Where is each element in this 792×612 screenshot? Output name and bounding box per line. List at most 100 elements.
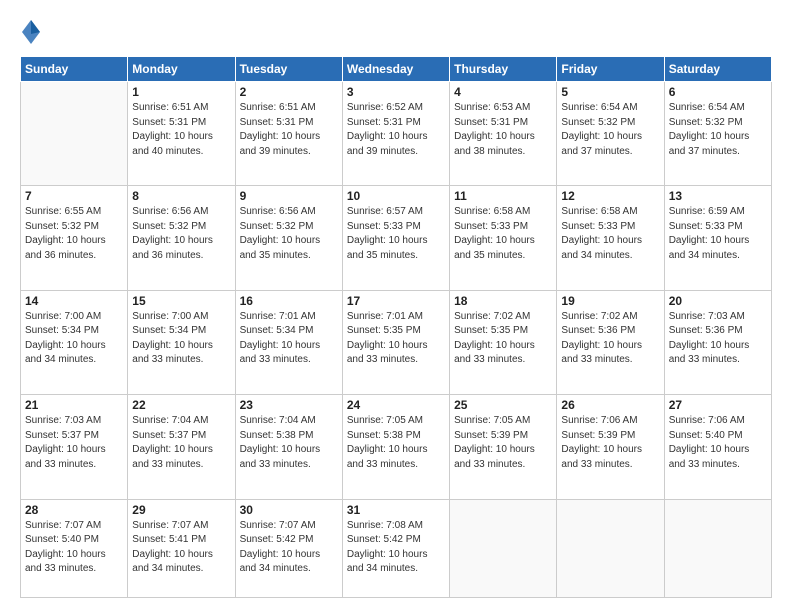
day-number: 23	[240, 398, 338, 412]
calendar-cell: 3 Sunrise: 6:52 AM Sunset: 5:31 PM Daylig…	[342, 82, 449, 186]
day-number: 27	[669, 398, 767, 412]
day-info: Sunrise: 6:51 AM Sunset: 5:31 PM Dayligh…	[240, 101, 338, 159]
day-info: Sunrise: 7:07 AM Sunset: 5:41 PM Dayligh…	[132, 519, 230, 577]
calendar-cell: 9Sunrise: 6:56 AM Sunset: 5:32 PM Daylig…	[235, 186, 342, 290]
day-number: 3	[347, 85, 445, 99]
day-number: 11	[454, 189, 552, 203]
weekday-header-sunday: Sunday	[21, 57, 128, 82]
day-info: Sunrise: 7:04 AM Sunset: 5:37 PM Dayligh…	[132, 414, 230, 472]
calendar-cell: 11 Sunrise: 6:58 AM Sunset: 5:33 PM Dayli…	[450, 186, 557, 290]
day-info: Sunrise: 7:08 AM Sunset: 5:42 PM Dayligh…	[347, 519, 445, 577]
day-info: Sunrise: 7:05 AM Sunset: 5:38 PM Dayligh…	[347, 414, 445, 472]
logo-icon	[20, 18, 42, 46]
day-info: Sunrise: 6:57 AM Sunset: 5:33 PM Dayligh…	[347, 205, 445, 263]
calendar-cell: 2 Sunrise: 6:51 AM Sunset: 5:31 PM Daylig…	[235, 82, 342, 186]
day-number: 2	[240, 85, 338, 99]
day-info: Sunrise: 7:04 AM Sunset: 5:38 PM Dayligh…	[240, 414, 338, 472]
day-number: 22	[132, 398, 230, 412]
day-info: Sunrise: 6:52 AM Sunset: 5:31 PM Dayligh…	[347, 101, 445, 159]
calendar-cell: 22 Sunrise: 7:04 AM Sunset: 5:37 PM Dayli…	[128, 395, 235, 499]
day-number: 7	[25, 189, 123, 203]
day-number: 1	[132, 85, 230, 99]
day-number: 4	[454, 85, 552, 99]
calendar-cell: 16 Sunrise: 7:01 AM Sunset: 5:34 PM Dayli…	[235, 290, 342, 394]
weekday-header-thursday: Thursday	[450, 57, 557, 82]
day-info: Sunrise: 7:02 AM Sunset: 5:35 PM Dayligh…	[454, 310, 552, 368]
day-info: Sunrise: 7:03 AM Sunset: 5:37 PM Dayligh…	[25, 414, 123, 472]
day-number: 17	[347, 294, 445, 308]
day-number: 10	[347, 189, 445, 203]
calendar-cell	[21, 82, 128, 186]
calendar-cell: 17 Sunrise: 7:01 AM Sunset: 5:35 PM Dayli…	[342, 290, 449, 394]
calendar-cell: 13 Sunrise: 6:59 AM Sunset: 5:33 PM Dayli…	[664, 186, 771, 290]
day-info: Sunrise: 7:00 AM Sunset: 5:34 PM Dayligh…	[132, 310, 230, 368]
day-info: Sunrise: 7:07 AM Sunset: 5:40 PM Dayligh…	[25, 519, 123, 577]
day-number: 16	[240, 294, 338, 308]
weekday-header-monday: Monday	[128, 57, 235, 82]
day-info: Sunrise: 6:54 AM Sunset: 5:32 PM Dayligh…	[669, 101, 767, 159]
calendar-cell: 19Sunrise: 7:02 AM Sunset: 5:36 PM Dayli…	[557, 290, 664, 394]
weekday-header-row: SundayMondayTuesdayWednesdayThursdayFrid…	[21, 57, 772, 82]
day-number: 31	[347, 503, 445, 517]
calendar-cell	[664, 499, 771, 597]
day-info: Sunrise: 6:54 AM Sunset: 5:32 PM Dayligh…	[561, 101, 659, 159]
week-row-5: 28Sunrise: 7:07 AM Sunset: 5:40 PM Dayli…	[21, 499, 772, 597]
day-info: Sunrise: 6:59 AM Sunset: 5:33 PM Dayligh…	[669, 205, 767, 263]
calendar-table: SundayMondayTuesdayWednesdayThursdayFrid…	[20, 56, 772, 598]
day-number: 24	[347, 398, 445, 412]
day-info: Sunrise: 7:06 AM Sunset: 5:40 PM Dayligh…	[669, 414, 767, 472]
day-number: 21	[25, 398, 123, 412]
day-info: Sunrise: 6:58 AM Sunset: 5:33 PM Dayligh…	[454, 205, 552, 263]
day-info: Sunrise: 7:05 AM Sunset: 5:39 PM Dayligh…	[454, 414, 552, 472]
day-info: Sunrise: 6:53 AM Sunset: 5:31 PM Dayligh…	[454, 101, 552, 159]
calendar-cell	[557, 499, 664, 597]
calendar-cell: 1 Sunrise: 6:51 AM Sunset: 5:31 PM Daylig…	[128, 82, 235, 186]
calendar-cell: 31 Sunrise: 7:08 AM Sunset: 5:42 PM Dayli…	[342, 499, 449, 597]
calendar-cell: 6 Sunrise: 6:54 AM Sunset: 5:32 PM Daylig…	[664, 82, 771, 186]
day-number: 6	[669, 85, 767, 99]
weekday-header-saturday: Saturday	[664, 57, 771, 82]
day-number: 9	[240, 189, 338, 203]
day-number: 15	[132, 294, 230, 308]
week-row-2: 7 Sunrise: 6:55 AM Sunset: 5:32 PM Daylig…	[21, 186, 772, 290]
day-info: Sunrise: 6:55 AM Sunset: 5:32 PM Dayligh…	[25, 205, 123, 263]
day-info: Sunrise: 7:06 AM Sunset: 5:39 PM Dayligh…	[561, 414, 659, 472]
calendar-cell: 7 Sunrise: 6:55 AM Sunset: 5:32 PM Daylig…	[21, 186, 128, 290]
calendar-cell	[450, 499, 557, 597]
day-number: 20	[669, 294, 767, 308]
day-info: Sunrise: 6:58 AM Sunset: 5:33 PM Dayligh…	[561, 205, 659, 263]
week-row-3: 14Sunrise: 7:00 AM Sunset: 5:34 PM Dayli…	[21, 290, 772, 394]
day-number: 19	[561, 294, 659, 308]
calendar-cell: 24 Sunrise: 7:05 AM Sunset: 5:38 PM Dayli…	[342, 395, 449, 499]
day-info: Sunrise: 7:01 AM Sunset: 5:34 PM Dayligh…	[240, 310, 338, 368]
calendar-cell: 5 Sunrise: 6:54 AM Sunset: 5:32 PM Daylig…	[557, 82, 664, 186]
calendar-cell: 25 Sunrise: 7:05 AM Sunset: 5:39 PM Dayli…	[450, 395, 557, 499]
day-info: Sunrise: 6:51 AM Sunset: 5:31 PM Dayligh…	[132, 101, 230, 159]
calendar-cell: 12 Sunrise: 6:58 AM Sunset: 5:33 PM Dayli…	[557, 186, 664, 290]
day-number: 5	[561, 85, 659, 99]
week-row-1: 1 Sunrise: 6:51 AM Sunset: 5:31 PM Daylig…	[21, 82, 772, 186]
day-number: 8	[132, 189, 230, 203]
day-number: 18	[454, 294, 552, 308]
logo	[20, 18, 46, 46]
weekday-header-friday: Friday	[557, 57, 664, 82]
calendar-cell: 26 Sunrise: 7:06 AM Sunset: 5:39 PM Dayli…	[557, 395, 664, 499]
calendar-cell: 14Sunrise: 7:00 AM Sunset: 5:34 PM Dayli…	[21, 290, 128, 394]
week-row-4: 21 Sunrise: 7:03 AM Sunset: 5:37 PM Dayli…	[21, 395, 772, 499]
day-info: Sunrise: 7:01 AM Sunset: 5:35 PM Dayligh…	[347, 310, 445, 368]
day-number: 30	[240, 503, 338, 517]
day-info: Sunrise: 6:56 AM Sunset: 5:32 PM Dayligh…	[132, 205, 230, 263]
header	[20, 18, 772, 46]
page: SundayMondayTuesdayWednesdayThursdayFrid…	[0, 0, 792, 612]
calendar-cell: 10 Sunrise: 6:57 AM Sunset: 5:33 PM Dayli…	[342, 186, 449, 290]
calendar-cell: 30Sunrise: 7:07 AM Sunset: 5:42 PM Dayli…	[235, 499, 342, 597]
calendar-cell: 20Sunrise: 7:03 AM Sunset: 5:36 PM Dayli…	[664, 290, 771, 394]
weekday-header-wednesday: Wednesday	[342, 57, 449, 82]
calendar-cell: 27 Sunrise: 7:06 AM Sunset: 5:40 PM Dayli…	[664, 395, 771, 499]
day-number: 12	[561, 189, 659, 203]
calendar-cell: 18 Sunrise: 7:02 AM Sunset: 5:35 PM Dayli…	[450, 290, 557, 394]
day-number: 26	[561, 398, 659, 412]
day-number: 25	[454, 398, 552, 412]
day-number: 13	[669, 189, 767, 203]
calendar-cell: 15 Sunrise: 7:00 AM Sunset: 5:34 PM Dayli…	[128, 290, 235, 394]
